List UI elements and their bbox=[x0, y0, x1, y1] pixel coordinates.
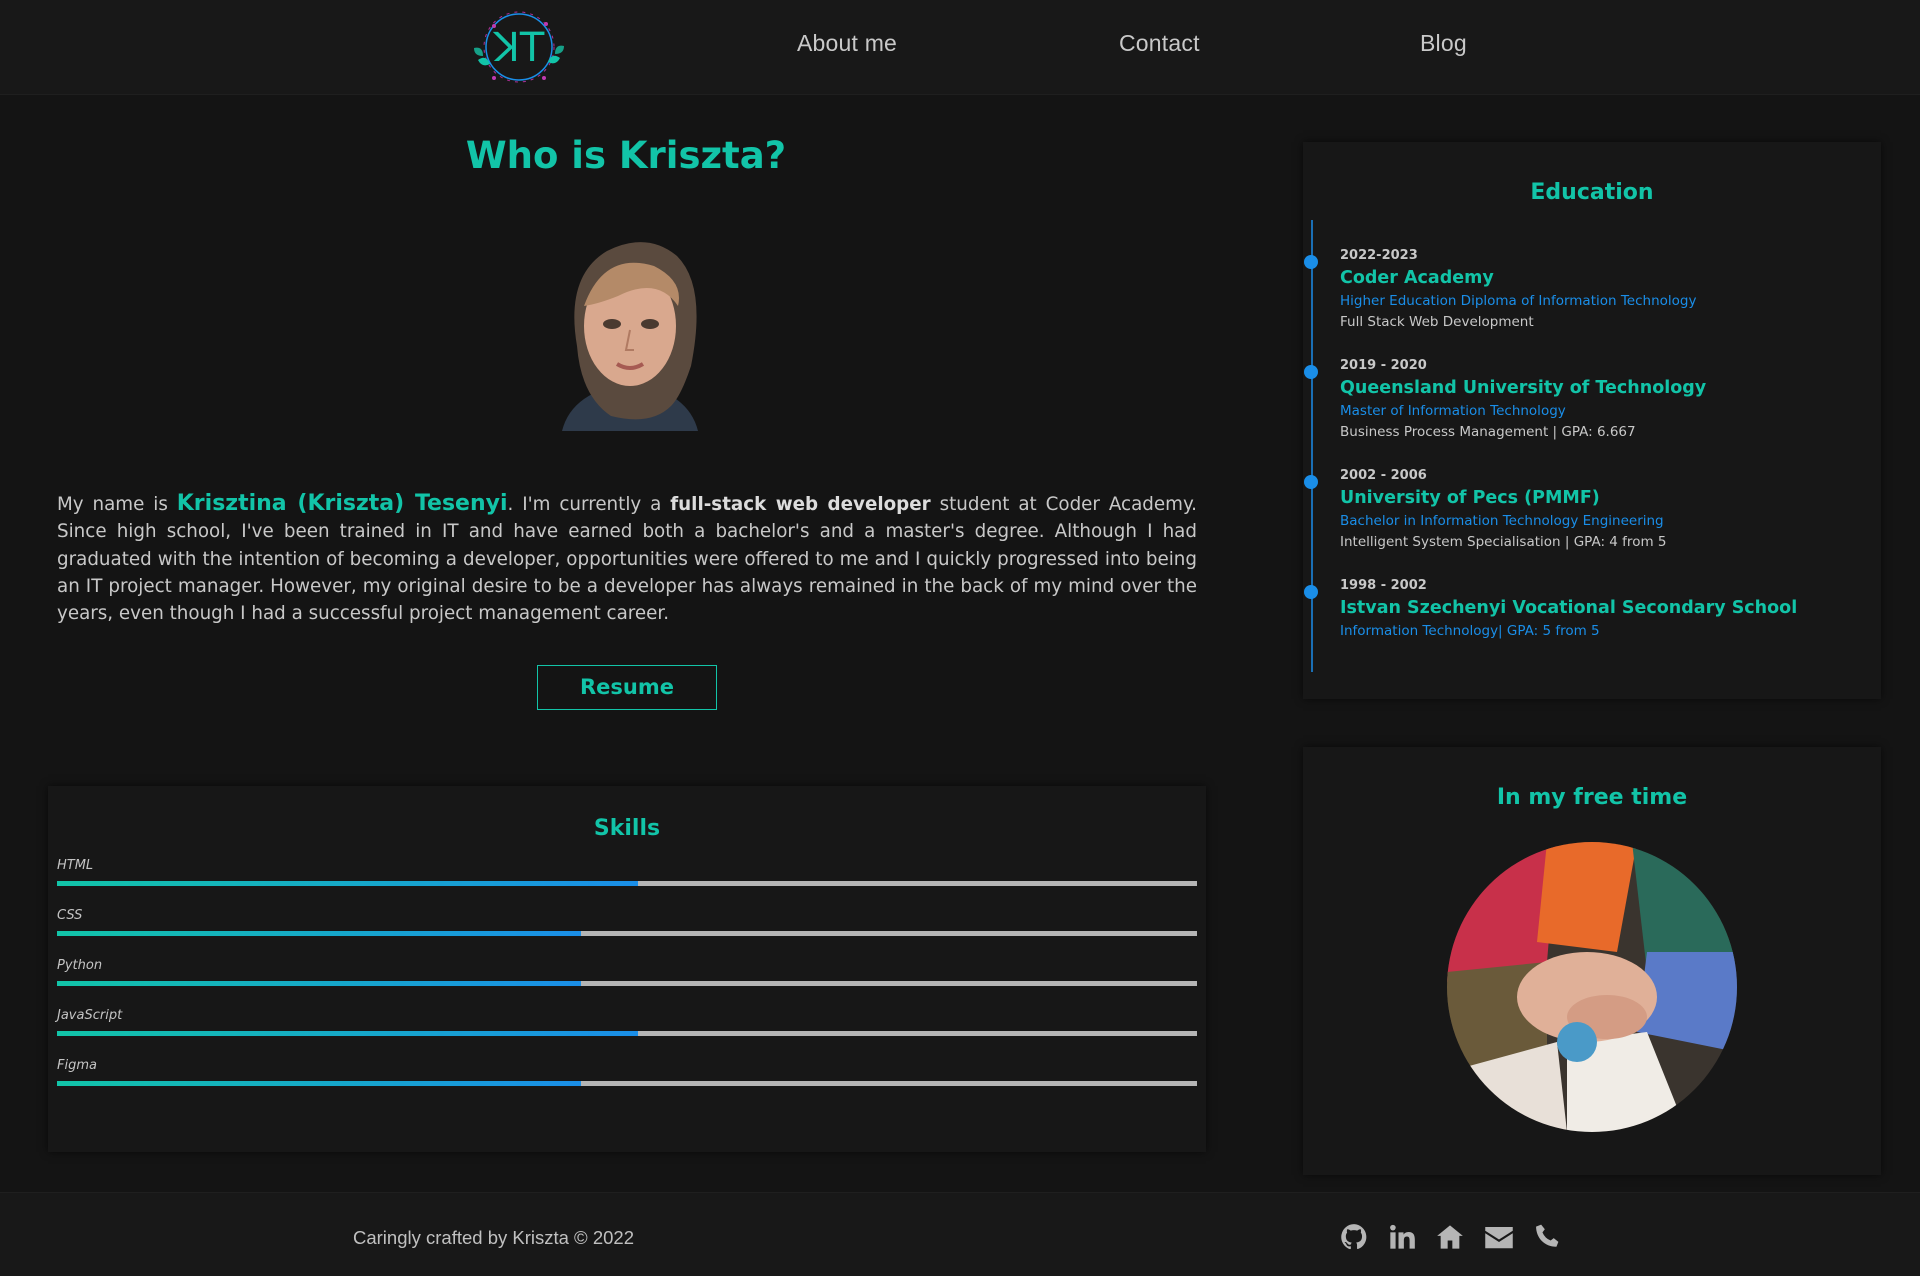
phone-icon[interactable] bbox=[1534, 1223, 1564, 1253]
site-footer: Caringly crafted by Kriszta © 2022 bbox=[0, 1192, 1920, 1276]
education-school: Coder Academy bbox=[1340, 268, 1494, 288]
site-header: ꓘT About me Contact Blog bbox=[0, 0, 1920, 95]
svg-text:ꓘT: ꓘT bbox=[493, 25, 545, 71]
home-icon[interactable] bbox=[1436, 1223, 1466, 1253]
logo-icon: ꓘT bbox=[474, 11, 564, 83]
education-entry: 2019 - 2020 Queensland University of Tec… bbox=[1304, 358, 1860, 440]
bio-mid: . I'm currently a bbox=[507, 494, 671, 515]
skill-bar-fill bbox=[57, 1081, 582, 1086]
skill-label: Figma bbox=[57, 1058, 97, 1073]
education-degree: Bachelor in Information Technology Engin… bbox=[1340, 513, 1664, 529]
education-years: 2019 - 2020 bbox=[1340, 358, 1427, 373]
education-degree: Higher Education Diploma of Information … bbox=[1340, 293, 1697, 309]
skill-bar bbox=[57, 1081, 1197, 1086]
bio-role: full-stack web developer bbox=[670, 494, 931, 515]
skill-label: HTML bbox=[57, 858, 94, 873]
education-panel: Education 2022-2023 Coder Academy Higher… bbox=[1303, 142, 1881, 699]
education-degree: Information Technology| GPA: 5 from 5 bbox=[1340, 623, 1600, 639]
email-icon[interactable] bbox=[1484, 1223, 1514, 1253]
education-years: 2022-2023 bbox=[1340, 248, 1418, 263]
linkedin-icon[interactable] bbox=[1388, 1223, 1418, 1253]
skill-bar bbox=[57, 1031, 1197, 1036]
education-school: Queensland University of Technology bbox=[1340, 378, 1707, 398]
skill-label: CSS bbox=[57, 908, 83, 923]
timeline-line bbox=[1311, 220, 1313, 672]
resume-button[interactable]: Resume bbox=[537, 665, 717, 710]
skill-python: Python bbox=[57, 958, 1197, 986]
education-detail: Full Stack Web Development bbox=[1340, 314, 1534, 330]
free-time-panel: In my free time bbox=[1303, 747, 1881, 1175]
skill-html: HTML bbox=[57, 858, 1197, 886]
skill-bar-fill bbox=[57, 1031, 639, 1036]
education-years: 1998 - 2002 bbox=[1340, 578, 1427, 593]
education-detail: Business Process Management | GPA: 6.667 bbox=[1340, 424, 1636, 440]
education-entry: 1998 - 2002 Istvan Szechenyi Vocational … bbox=[1304, 578, 1860, 644]
skill-label: Python bbox=[57, 958, 103, 973]
bio-text: My name is Krisztina (Kriszta) Tesenyi. … bbox=[57, 490, 1197, 627]
education-entry: 2022-2023 Coder Academy Higher Education… bbox=[1304, 248, 1860, 330]
education-entry: 2002 - 2006 University of Pecs (PMMF) Ba… bbox=[1304, 468, 1860, 550]
timeline-dot bbox=[1304, 475, 1318, 489]
free-time-photo bbox=[1447, 842, 1737, 1132]
education-detail: Intelligent System Specialisation | GPA:… bbox=[1340, 534, 1667, 550]
timeline-dot bbox=[1304, 255, 1318, 269]
skills-title: Skills bbox=[593, 816, 661, 841]
nav-about-me[interactable]: About me bbox=[797, 30, 897, 57]
skill-bar bbox=[57, 981, 1197, 986]
skill-bar-fill bbox=[57, 981, 582, 986]
bio-prefix: My name is bbox=[57, 494, 177, 515]
skill-bar-fill bbox=[57, 931, 582, 936]
footer-credit: Caringly crafted by Kriszta © 2022 bbox=[353, 1227, 634, 1248]
logo[interactable]: ꓘT bbox=[464, 8, 574, 88]
skill-figma: Figma bbox=[57, 1058, 1197, 1086]
free-time-title: In my free time bbox=[1496, 785, 1688, 810]
skill-bar-fill bbox=[57, 881, 639, 886]
education-school: Istvan Szechenyi Vocational Secondary Sc… bbox=[1340, 598, 1798, 618]
education-school: University of Pecs (PMMF) bbox=[1340, 488, 1600, 508]
education-years: 2002 - 2006 bbox=[1340, 468, 1427, 483]
timeline-dot bbox=[1304, 585, 1318, 599]
page-title: Who is Kriszta? bbox=[465, 134, 787, 177]
skill-javascript: JavaScript bbox=[57, 1008, 1197, 1036]
nav-contact[interactable]: Contact bbox=[1119, 30, 1200, 57]
bio-name: Krisztina (Kriszta) Tesenyi bbox=[176, 491, 508, 516]
skills-panel: Skills HTML CSS Python JavaScript Figma bbox=[48, 786, 1206, 1152]
education-degree: Master of Information Technology bbox=[1340, 403, 1566, 419]
nav-blog[interactable]: Blog bbox=[1420, 30, 1467, 57]
skill-css: CSS bbox=[57, 908, 1197, 936]
timeline-dot bbox=[1304, 365, 1318, 379]
profile-portrait bbox=[532, 226, 728, 436]
skill-bar bbox=[57, 881, 1197, 886]
education-title: Education bbox=[1530, 180, 1654, 205]
skill-label: JavaScript bbox=[57, 1008, 123, 1023]
github-icon[interactable] bbox=[1340, 1223, 1370, 1253]
skill-bar bbox=[57, 931, 1197, 936]
